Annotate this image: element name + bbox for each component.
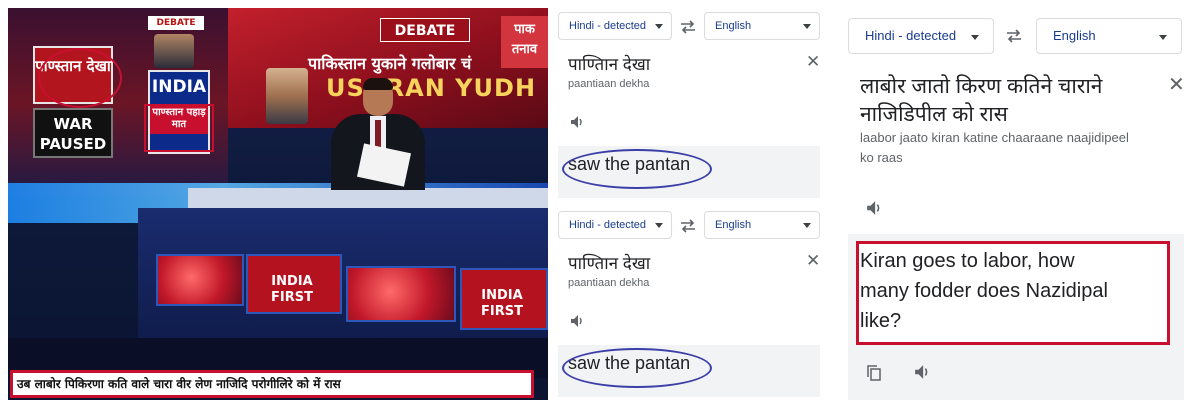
swap-arrows-icon[interactable] xyxy=(680,219,696,233)
translate-panel-top: Hindi - detected English पाण्तिान देखा ✕… xyxy=(556,8,828,200)
chevron-down-icon xyxy=(803,223,811,228)
war-paused-card: WAR PAUSED xyxy=(33,108,113,158)
speaker-icon[interactable] xyxy=(570,314,584,328)
tv-news-screenshot: DEBATE DEBATE पाक तनाव पाकिस्तान युकाने … xyxy=(8,8,548,400)
annotation-ellipse xyxy=(38,48,122,108)
subtitle-strip: उब लाबोर पिकिरणा कति वाले चारा वीर लेण न… xyxy=(10,370,534,398)
source-language-select[interactable]: Hindi - detected xyxy=(848,18,994,54)
source-language-label: Hindi - detected xyxy=(865,28,957,43)
swap-arrows-icon[interactable] xyxy=(680,20,696,34)
source-text-line-1[interactable]: लाबोर जातो किरण कतिने चाराने xyxy=(860,72,1102,100)
small-presenter-portrait xyxy=(154,34,194,68)
india-first-logo: INDIA FIRST xyxy=(271,274,313,305)
desk-screen xyxy=(346,266,456,322)
headline-hindi: पाकिस्तान युकाने गलोबार चं xyxy=(308,54,472,73)
target-language-select[interactable]: English xyxy=(704,12,820,40)
india-card-title: INDIA xyxy=(151,77,207,97)
chevron-down-icon xyxy=(655,24,663,29)
source-text[interactable]: पाण्तिान देखा xyxy=(568,52,650,75)
speaker-icon[interactable] xyxy=(914,364,930,380)
close-icon[interactable]: ✕ xyxy=(806,251,820,271)
chevron-down-icon xyxy=(655,223,663,228)
headline-latin: US-IRAN YUDH xyxy=(326,74,537,102)
target-language-select[interactable]: English xyxy=(1036,18,1182,54)
chevron-down-icon xyxy=(1159,35,1167,40)
chevron-down-icon xyxy=(971,35,979,40)
source-language-select[interactable]: Hindi - detected xyxy=(558,12,672,40)
swap-arrows-icon[interactable] xyxy=(1006,29,1022,43)
annotation-oval xyxy=(562,149,712,189)
guest-portrait xyxy=(266,68,308,124)
source-language-select[interactable]: Hindi - detected xyxy=(558,211,672,239)
close-icon[interactable]: ✕ xyxy=(1168,72,1185,97)
copy-icon[interactable] xyxy=(866,364,882,382)
speaker-icon[interactable] xyxy=(866,200,882,216)
anchor-hair xyxy=(363,78,393,90)
close-icon[interactable]: ✕ xyxy=(806,52,820,72)
anchor-desk-top xyxy=(188,188,548,210)
corner-chip: पाक तनाव xyxy=(501,16,548,68)
translation-result-line-3: like? xyxy=(860,310,902,332)
translate-panel-large: Hindi - detected English लाबोर जातो किरण… xyxy=(842,8,1192,400)
translate-panel-bottom: Hindi - detected English पाण्तिान देखा ✕… xyxy=(556,207,828,399)
target-language-select[interactable]: English xyxy=(704,211,820,239)
transliteration-line-2: ko raas xyxy=(860,150,903,165)
source-text[interactable]: पाण्तिान देखा xyxy=(568,251,650,274)
source-language-label: Hindi - detected xyxy=(569,20,647,32)
translation-result-line-1: Kiran goes to labor, how xyxy=(860,250,1075,272)
translation-result-line-2: many fodder does Nazidipal xyxy=(860,280,1108,302)
desk-screen xyxy=(156,254,244,306)
source-language-label: Hindi - detected xyxy=(569,219,647,231)
speaker-icon[interactable] xyxy=(570,115,584,129)
transliteration-line-1: laabor jaato kiran katine chaaraane naaj… xyxy=(860,130,1129,145)
target-language-label: English xyxy=(1053,28,1096,43)
transliteration: paantiaan dekha xyxy=(568,78,650,90)
annotation-rectangle xyxy=(144,104,214,152)
annotation-oval xyxy=(562,348,712,388)
india-first-logo: INDIA FIRST xyxy=(481,288,523,319)
transliteration: paantiaan dekha xyxy=(568,277,650,289)
debate-tag: DEBATE xyxy=(148,16,204,30)
chevron-down-icon xyxy=(803,24,811,29)
debate-banner: DEBATE xyxy=(380,18,470,42)
target-language-label: English xyxy=(715,219,752,231)
source-text-line-2[interactable]: नाजिडिपील को रास xyxy=(860,100,1008,128)
target-language-label: English xyxy=(715,20,752,32)
